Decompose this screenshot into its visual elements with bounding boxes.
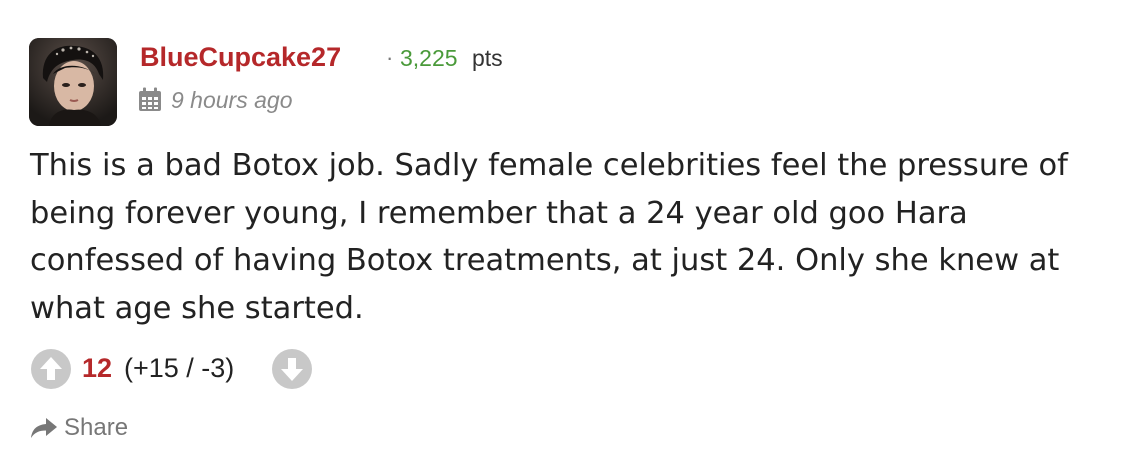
- meta-separator: ·: [386, 45, 394, 70]
- downvote-button[interactable]: [272, 349, 312, 389]
- calendar-icon: [138, 87, 162, 112]
- comment: BlueCupcake27 · 3,225 pts 9 hours ago Th…: [0, 0, 1134, 462]
- comment-timestamp: 9 hours ago: [171, 87, 293, 113]
- comment-body: This is a bad Botox job. Sadly female ce…: [30, 148, 1068, 326]
- arrow-down-circle-icon: [281, 358, 303, 381]
- vote-breakdown: (+15 / -3): [124, 353, 235, 383]
- user-points: 3,225: [400, 45, 458, 71]
- share-button[interactable]: Share: [30, 412, 128, 444]
- arrow-up-circle-icon: [40, 357, 62, 380]
- username-link[interactable]: BlueCupcake27: [140, 40, 341, 74]
- points-label: pts: [472, 45, 503, 71]
- share-arrow-icon: [31, 418, 57, 438]
- upvote-button[interactable]: [31, 349, 71, 389]
- share-label: Share: [64, 414, 129, 441]
- avatar[interactable]: [29, 38, 117, 126]
- vote-score: 12: [82, 353, 113, 383]
